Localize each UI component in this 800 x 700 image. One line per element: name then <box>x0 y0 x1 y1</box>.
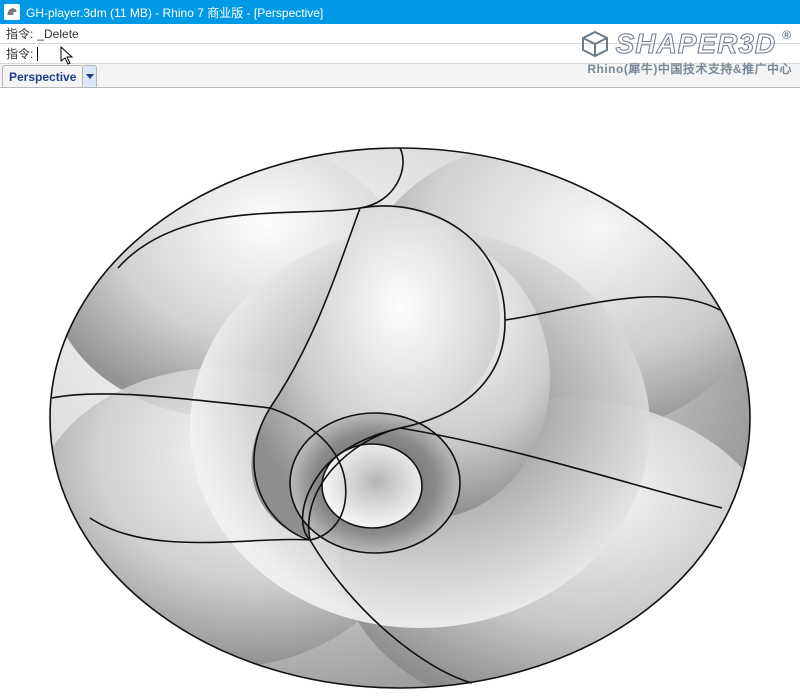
window-title: GH-player.3dm (11 MB) - Rhino 7 商业版 - [P… <box>26 4 323 21</box>
title-app: Rhino 7 商业版 <box>163 6 244 20</box>
chevron-down-icon <box>86 74 94 79</box>
command-label: 指令: <box>6 25 33 42</box>
text-caret <box>37 47 38 61</box>
command-input-row: 指令: <box>0 44 800 64</box>
command-input[interactable] <box>42 45 794 63</box>
perspective-viewport[interactable] <box>0 88 800 700</box>
title-view: [Perspective] <box>254 6 323 20</box>
rhino-app-icon <box>4 4 20 20</box>
title-filesize: (11 MB) <box>110 6 152 20</box>
viewport-tab-bar: Perspective <box>0 64 800 88</box>
command-history-row: 指令: _Delete <box>0 24 800 44</box>
tab-dropdown-button[interactable] <box>83 65 97 87</box>
window-titlebar: GH-player.3dm (11 MB) - Rhino 7 商业版 - [P… <box>0 0 800 24</box>
command-input-label: 指令: <box>6 45 33 62</box>
viewport-render <box>0 88 800 700</box>
tab-perspective[interactable]: Perspective <box>2 65 83 87</box>
command-history-value: _Delete <box>37 27 78 41</box>
tab-label: Perspective <box>9 70 76 84</box>
title-filename: GH-player.3dm <box>26 6 107 20</box>
